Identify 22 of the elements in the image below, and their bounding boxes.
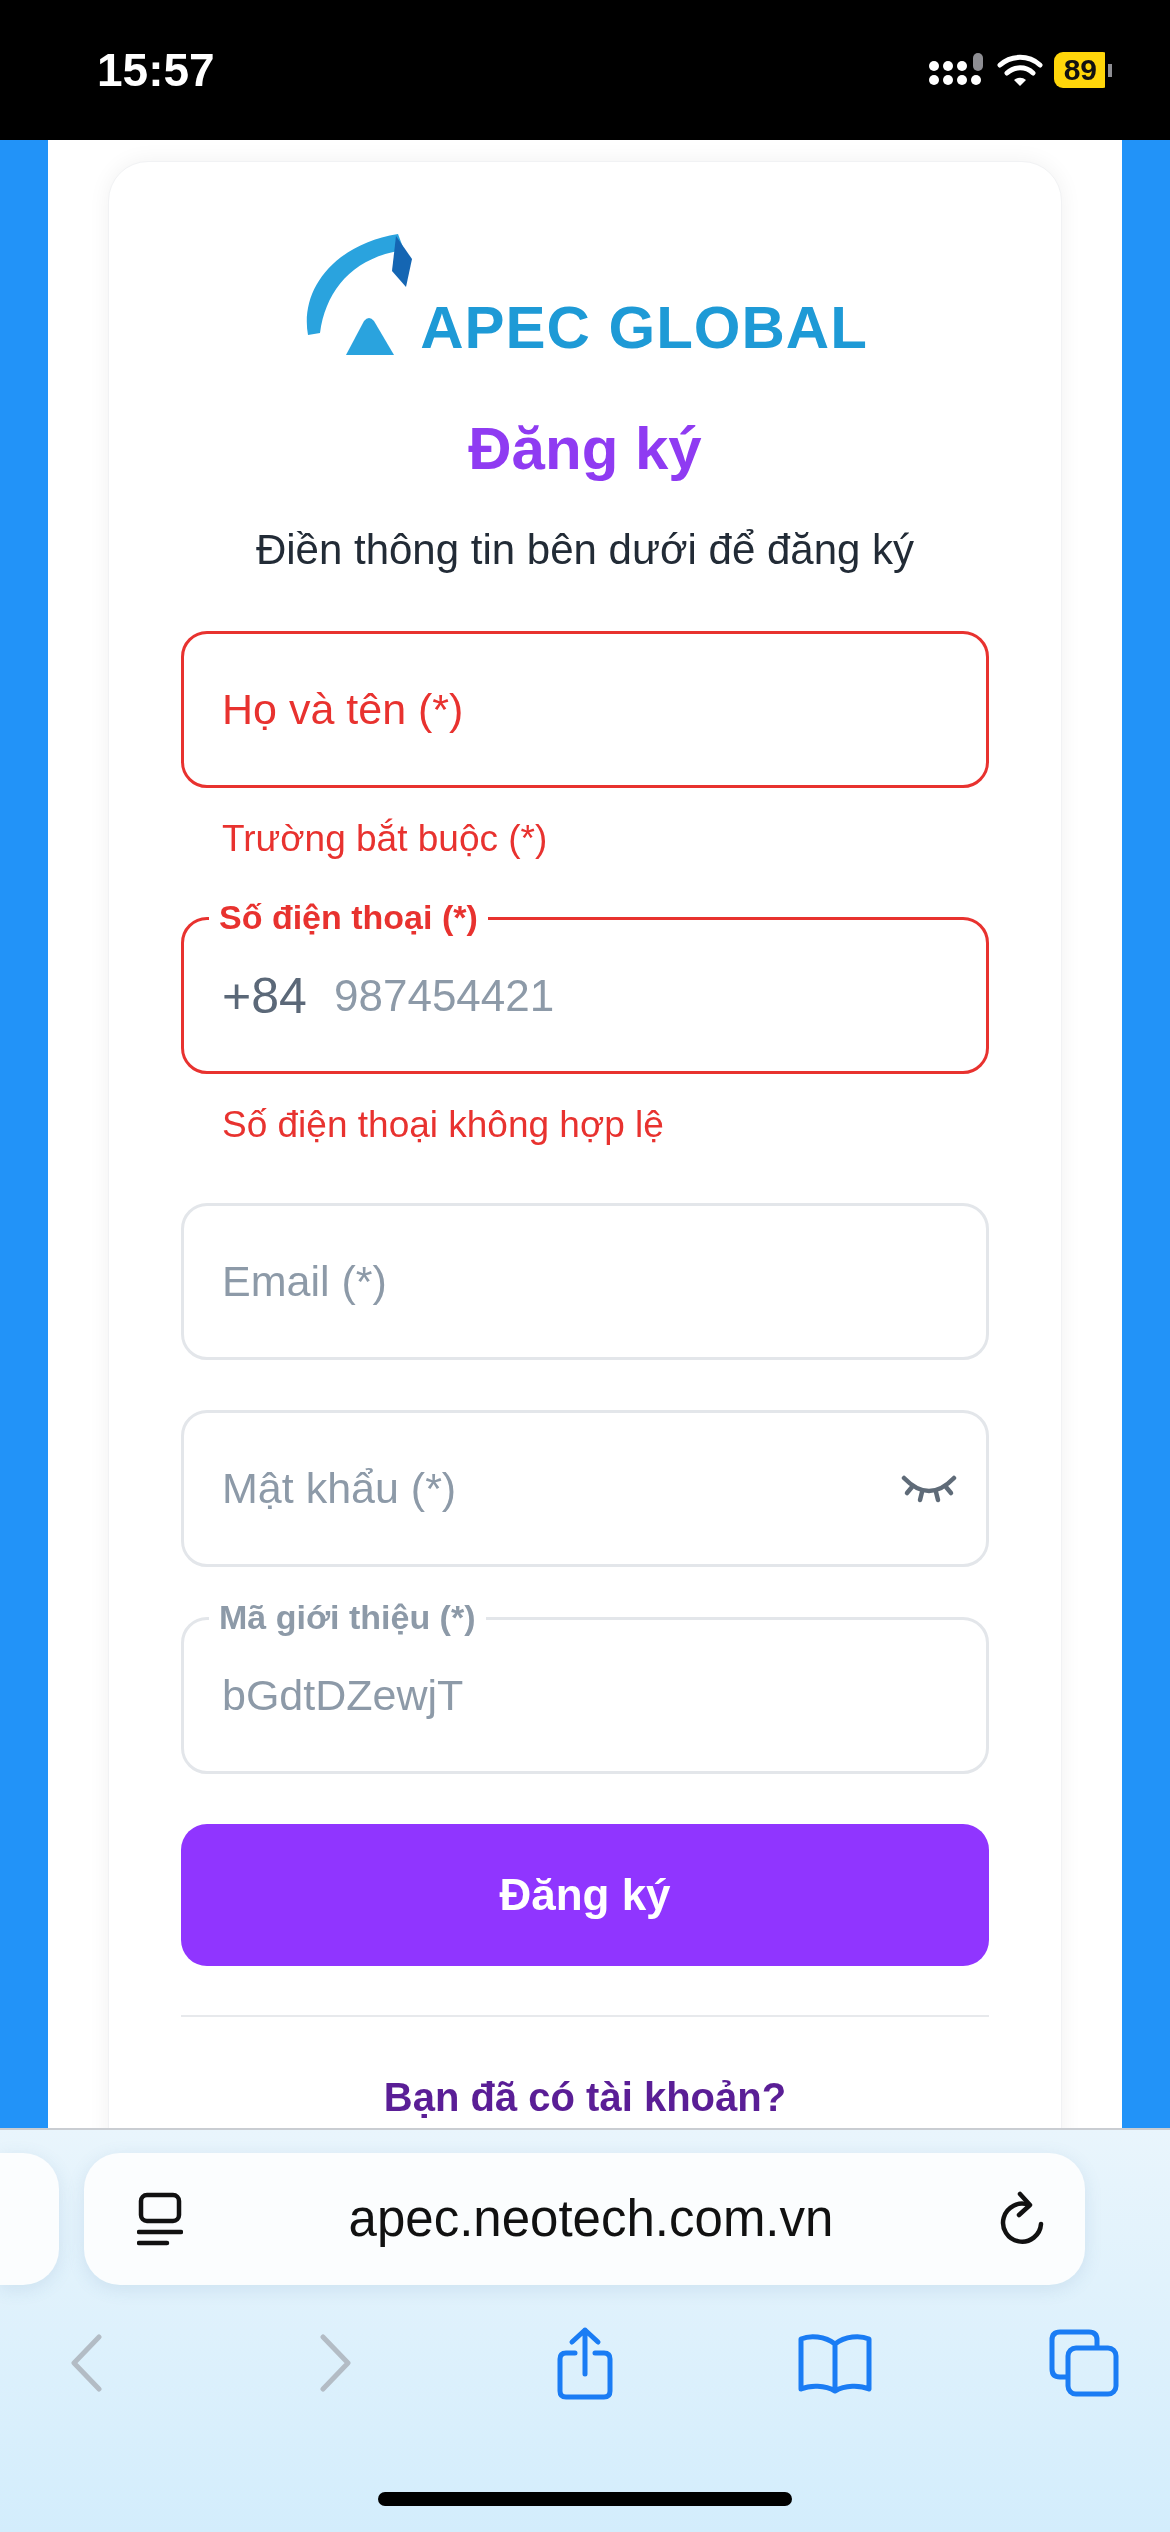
login-prompt: Bạn đã có tài khoản?	[382, 2074, 788, 2121]
book-icon[interactable]	[796, 2332, 873, 2394]
address-bar[interactable]: apec.neotech.com.vn	[84, 2153, 1085, 2285]
share-icon[interactable]	[555, 2326, 615, 2400]
subtitle-text: Điền thông tin bên dưới để đăng ký	[254, 527, 916, 573]
wifi-icon	[995, 52, 1044, 88]
page-title: Đăng ký	[467, 414, 703, 484]
eye-closed-icon[interactable]	[901, 1473, 957, 1504]
register-button[interactable]: Đăng ký	[181, 1824, 989, 1966]
logo-text: APEC GLOBAL	[420, 300, 868, 356]
password-input-field[interactable]: Mật khẩu (*)	[181, 1410, 989, 1567]
country-code: +84	[222, 966, 307, 1025]
error-message: Số điện thoại không hợp lệ	[222, 1104, 665, 1146]
error-message: Trường bắt buộc (*)	[222, 818, 549, 860]
tabs-icon[interactable]	[1049, 2329, 1119, 2397]
battery-indicator: 89	[1053, 52, 1112, 88]
url-text: apec.neotech.com.vn	[348, 2189, 834, 2249]
signal-icon	[927, 53, 986, 87]
page-menu-icon[interactable]	[137, 2192, 183, 2246]
reload-icon[interactable]	[999, 2191, 1045, 2247]
input-field[interactable]: Họ và tên (*)	[181, 631, 989, 788]
status-time: 15:57	[97, 43, 215, 97]
